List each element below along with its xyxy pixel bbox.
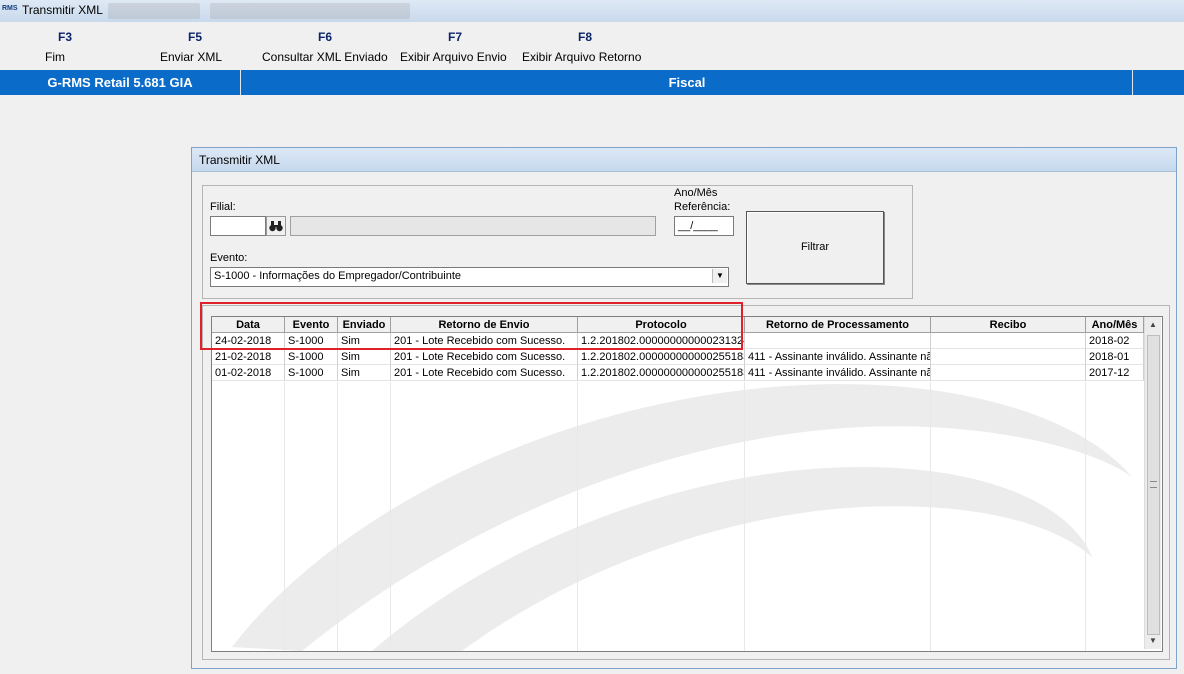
fkey-code: F6: [317, 30, 332, 44]
grid-column-line: [1085, 382, 1086, 651]
fkey-code: F8: [577, 30, 592, 44]
fkey-fim-button[interactable]: F3 Fim: [45, 30, 85, 64]
filial-label: Filial:: [210, 201, 236, 213]
fkey-label: Exibir Arquivo Retorno: [522, 50, 642, 64]
evento-select[interactable]: S-1000 - Informações do Empregador/Contr…: [210, 267, 729, 287]
scroll-up-icon[interactable]: ▲: [1145, 317, 1161, 333]
cell-retorno-processamento: 411 - Assinante inválido. Assinante não: [745, 349, 931, 365]
dialog-title: Transmitir XML: [199, 153, 280, 167]
grid-vertical-scrollbar[interactable]: ▲ ▼: [1144, 317, 1161, 649]
fkey-label: Consultar XML Enviado: [262, 50, 388, 64]
cell-retorno-envio: 201 - Lote Recebido com Sucesso.: [391, 365, 578, 381]
dialog-titlebar: Transmitir XML: [192, 148, 1176, 172]
grid-column-line: [284, 382, 285, 651]
grid-column-line: [744, 382, 745, 651]
col-header-retorno-processamento[interactable]: Retorno de Processamento: [745, 317, 931, 333]
cell-recibo: [931, 333, 1086, 349]
background-tab-ghost: [108, 3, 200, 19]
window-title: Transmitir XML: [22, 3, 103, 17]
binoculars-search-icon[interactable]: [266, 216, 286, 236]
scroll-down-icon[interactable]: ▼: [1145, 633, 1161, 649]
fkey-exibir-envio-button[interactable]: F7 Exibir Arquivo Envio: [400, 30, 510, 64]
highlight-annotation-box: [200, 302, 743, 350]
filtrar-button[interactable]: Filtrar: [746, 211, 884, 284]
app-logo-icon: RMS: [2, 5, 18, 12]
grid-column-line: [577, 382, 578, 651]
app-version-label: G-RMS Retail 5.681 GIA: [47, 75, 193, 90]
function-key-toolbar: F3 Fim F5 Enviar XML F6 Consultar XML En…: [0, 22, 1184, 70]
cell-enviado: Sim: [338, 349, 391, 365]
bar-separator: [1132, 70, 1133, 95]
filial-input[interactable]: [210, 216, 266, 236]
fkey-label: Fim: [45, 50, 65, 64]
background-tab-ghost: [210, 3, 410, 19]
fkey-label: Enviar XML: [160, 50, 223, 64]
binoculars-icon: [269, 221, 283, 232]
cell-evento: S-1000: [285, 365, 338, 381]
ano-mes-referencia-value: __/____: [678, 220, 718, 232]
grid-column-line: [337, 382, 338, 651]
window-titlebar: RMS Transmitir XML: [0, 0, 1184, 23]
ano-mes-referencia-input[interactable]: __/____: [674, 216, 734, 236]
filtrar-button-label: Filtrar: [800, 241, 830, 253]
cell-data: 01-02-2018: [212, 365, 285, 381]
cell-evento: S-1000: [285, 349, 338, 365]
grip-icon: [1150, 481, 1157, 488]
cell-protocolo: 1.2.201802.000000000000255183: [578, 349, 745, 365]
cell-protocolo: 1.2.201802.000000000000255183: [578, 365, 745, 381]
col-header-ano-mes[interactable]: Ano/Mês: [1086, 317, 1144, 333]
fkey-enviar-xml-button[interactable]: F5 Enviar XML: [160, 30, 230, 64]
cell-recibo: [931, 349, 1086, 365]
cell-retorno-processamento: 411 - Assinante inválido. Assinante não: [745, 365, 931, 381]
evento-selected-value: S-1000 - Informações do Empregador/Contr…: [214, 270, 462, 282]
fkey-label: Exibir Arquivo Envio: [400, 50, 507, 64]
chevron-down-icon[interactable]: ▼: [712, 269, 727, 283]
fkey-code: F5: [187, 30, 202, 44]
cell-ano-mes: 2018-02: [1086, 333, 1144, 349]
cell-retorno-processamento: [745, 333, 931, 349]
cell-enviado: Sim: [338, 365, 391, 381]
cell-data: 21-02-2018: [212, 349, 285, 365]
ano-mes-label: Ano/Mês: [674, 187, 718, 199]
fkey-exibir-retorno-button[interactable]: F8 Exibir Arquivo Retorno: [522, 30, 648, 64]
fkey-code: F7: [447, 30, 462, 44]
fkey-code: F3: [57, 30, 72, 44]
scrollbar-thumb[interactable]: [1147, 335, 1160, 635]
cell-retorno-envio: 201 - Lote Recebido com Sucesso.: [391, 349, 578, 365]
cell-ano-mes: 2018-01: [1086, 349, 1144, 365]
module-name-label: Fiscal: [668, 75, 706, 90]
col-header-recibo[interactable]: Recibo: [931, 317, 1086, 333]
filial-name-field: [290, 216, 656, 236]
evento-label: Evento:: [210, 252, 248, 264]
results-grid: Data Evento Enviado Retorno de Envio Pro…: [211, 316, 1163, 652]
fkey-consultar-xml-button[interactable]: F6 Consultar XML Enviado: [262, 30, 388, 64]
bar-separator: [240, 70, 241, 95]
grid-column-line: [390, 382, 391, 651]
cell-recibo: [931, 365, 1086, 381]
referencia-label: Referência:: [674, 201, 731, 213]
cell-ano-mes: 2017-12: [1086, 365, 1144, 381]
grid-column-line: [930, 382, 931, 651]
module-bar: G-RMS Retail 5.681 GIA Fiscal: [0, 70, 1184, 95]
